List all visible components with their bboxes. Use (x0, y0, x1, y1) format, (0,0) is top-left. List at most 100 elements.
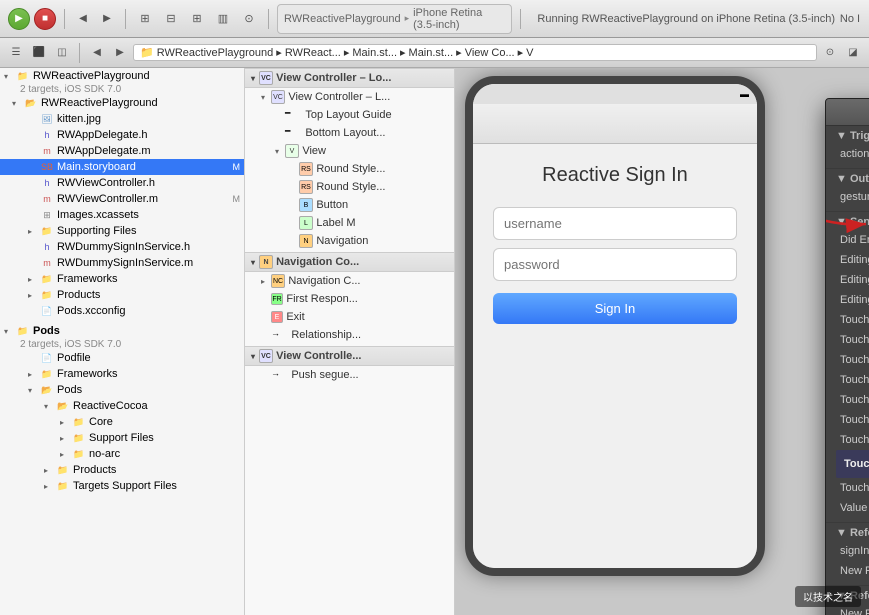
forward-button[interactable]: ▶ (97, 9, 117, 29)
username-input[interactable] (493, 207, 737, 240)
editing-did-end-row[interactable]: Editing Did End (836, 290, 869, 310)
new-referencing-outlet-row[interactable]: New Referencing Outlet (836, 561, 869, 581)
storyboard-icon-main: SB (40, 160, 54, 174)
toolbar-icon-3[interactable]: ⊞ (186, 8, 208, 30)
nav-item-assets[interactable]: ▸ ⊞ Images.xcassets (0, 207, 244, 223)
outline-item-navc[interactable]: ▸ NC Navigation C... (245, 272, 454, 290)
m-icon-dummy: m (40, 256, 54, 270)
nav-item-dummysignin-m[interactable]: ▸ m RWDummySignInService.m (0, 255, 244, 271)
outline-item-relationship[interactable]: ▸ → Relationship... (245, 326, 454, 344)
scheme-breadcrumb[interactable]: RWReactivePlayground ▸ iPhone Retina (3.… (277, 4, 512, 34)
pods-reactivecocoa[interactable]: ▾ 📂 ReactiveCocoa (0, 398, 244, 414)
nav-label-podfile: Podfile (57, 352, 91, 364)
folder-icon-pods-fw: 📁 (40, 367, 54, 381)
toolbar-icon-1[interactable]: ⊞ (134, 8, 156, 30)
assistant-toggle[interactable]: ◫ (52, 43, 72, 63)
outline-item-exit[interactable]: ▸ E Exit (245, 308, 454, 326)
outline-section-3[interactable]: ▾ VC View Controlle... (245, 346, 454, 366)
nav-item-frameworks[interactable]: ▸ 📁 Frameworks (0, 271, 244, 287)
outline-first-label: First Respon... (286, 293, 358, 305)
nav-item-appdelegate-m[interactable]: ▸ m RWAppDelegate.m (0, 143, 244, 159)
outline-item-firstresponder[interactable]: ▸ FR First Respon... (245, 290, 454, 308)
outline-item-label[interactable]: ▸ L Label M (245, 214, 454, 232)
pods-targets[interactable]: ▸ 📁 Targets Support Files (0, 478, 244, 494)
referencing-outlets-section: ▼ Referencing Outlets signInButton ✕ Vie… (826, 523, 869, 586)
nav-label-supporting: Supporting Files (57, 225, 137, 237)
libraries-toggle[interactable]: ◪ (843, 43, 863, 63)
touch-drag-enter-row[interactable]: Touch Drag Enter (836, 370, 869, 390)
pods-frameworks[interactable]: ▸ 📁 Frameworks (0, 366, 244, 382)
fwd-nav[interactable]: ▶ (110, 43, 130, 63)
toolbar-icon-5[interactable]: ⊙ (238, 8, 260, 30)
outline-section-1[interactable]: ▾ VC View Controller – Lo... (245, 68, 454, 88)
editing-begin-label: Editing Did Begin (836, 274, 869, 286)
nav-item-xcconfig[interactable]: ▸ 📄 Pods.xcconfig (0, 303, 244, 319)
touch-drag-exit-row[interactable]: Touch Drag Exit (836, 390, 869, 410)
touch-down-row[interactable]: Touch Down (836, 330, 869, 350)
inspector-toggle[interactable]: ⊙ (820, 43, 840, 63)
nav-item-kitten[interactable]: ▸ 🖼 kitten.jpg (0, 111, 244, 127)
back-nav[interactable]: ◀ (87, 43, 107, 63)
nav-item-supporting[interactable]: ▸ 📁 Supporting Files (0, 223, 244, 239)
triggered-segues-title: ▼ Triggered Segues (836, 130, 869, 142)
outline-item-vc-l[interactable]: ▾ VC View Controller – L... (245, 88, 454, 106)
outline-item-navigation[interactable]: ▸ N Navigation (245, 232, 454, 250)
pods-podfile[interactable]: ▸ 📄 Podfile (0, 350, 244, 366)
storyboard-badge: M (233, 162, 245, 172)
pods-products2[interactable]: ▸ 📁 Products (0, 462, 244, 478)
bc-3: Main.st... (352, 47, 397, 59)
nav-item-dummysignin-h[interactable]: ▸ h RWDummySignInService.h (0, 239, 244, 255)
pods-root[interactable]: ▾ 📁 Pods (0, 323, 244, 339)
outline-item-pushsegue[interactable]: ▸ → Push segue... (245, 366, 454, 384)
editing-changed-row[interactable]: Editing Changed (836, 250, 869, 270)
did-end-on-exit-row[interactable]: Did End On Exit (836, 230, 869, 250)
touch-drag-inside-row[interactable]: Touch Drag Inside (836, 410, 869, 430)
sep (79, 43, 80, 63)
signin-button-row[interactable]: signInButton ✕ View Controller – Login (836, 541, 869, 561)
outline-item-button[interactable]: ▸ B Button (245, 196, 454, 214)
debug-toggle[interactable]: ⬛ (29, 43, 49, 63)
pods-noarc[interactable]: ▸ 📁 no-arc (0, 446, 244, 462)
outline-section-2[interactable]: ▾ N Navigation Co... (245, 252, 454, 272)
outline-item-roundstyle2[interactable]: ▸ RS Round Style... (245, 178, 454, 196)
project-root[interactable]: ▾ 📁 RWReactivePlayground (0, 68, 244, 84)
roundstyle-icon-2: RS (299, 180, 313, 194)
nav-item-vc-h[interactable]: ▸ h RWViewController.h (0, 175, 244, 191)
nav-item-vc-m[interactable]: ▸ m RWViewController.m M (0, 191, 244, 207)
nav-item-rwreactive[interactable]: ▾ 📂 RWReactivePlayground (0, 95, 244, 111)
nav-item-appdelegate-h[interactable]: ▸ h RWAppDelegate.h (0, 127, 244, 143)
nav-item-products[interactable]: ▸ 📁 Products (0, 287, 244, 303)
pods-core[interactable]: ▸ 📁 Core (0, 414, 244, 430)
password-input[interactable] (493, 248, 737, 281)
editing-changed-label: Editing Changed (836, 254, 869, 266)
gesture-row[interactable]: gestureRecognizers (836, 187, 869, 207)
touch-up-inside-row[interactable]: Touch Up Inside ✕ View Controller – Logi… (836, 450, 869, 478)
pods-pods[interactable]: ▾ 📂 Pods (0, 382, 244, 398)
outline-rel-label: Relationship... (291, 329, 361, 341)
run-button[interactable]: ▶ (8, 8, 30, 30)
touch-drag-enter-label: Touch Drag Enter (836, 374, 869, 386)
back-button[interactable]: ◀ (73, 9, 93, 29)
toolbar-icon-4[interactable]: ▥ (212, 8, 234, 30)
action-row[interactable]: action (836, 144, 869, 164)
bc-arrow2: ▸ (344, 46, 350, 59)
outline-item-bottomlayout[interactable]: ▸ ━ Bottom Layout... (245, 124, 454, 142)
signin-button[interactable]: Sign In (493, 293, 737, 324)
touch-down-repeat-row[interactable]: Touch Down Repeat (836, 350, 869, 370)
pods-supportfiles[interactable]: ▸ 📁 Support Files (0, 430, 244, 446)
iphone-mockup-container: ▬ Reactive Sign In Sign In (465, 76, 765, 576)
value-changed-row[interactable]: Value Changed (836, 498, 869, 518)
toolbar-icon-2[interactable]: ⊟ (160, 8, 182, 30)
nav-item-mainstoryboard[interactable]: ▸ SB Main.storyboard M (0, 159, 244, 175)
editing-did-begin-row[interactable]: Editing Did Begin (836, 270, 869, 290)
touch-up-outside-row[interactable]: Touch Up Outside (836, 478, 869, 498)
touch-down-repeat-label: Touch Down Repeat (836, 354, 869, 366)
outline-item-toplayout[interactable]: ▸ ━ Top Layout Guide (245, 106, 454, 124)
touch-drag-outside-row[interactable]: Touch Drag Outside (836, 430, 869, 450)
touch-cancel-row[interactable]: Touch Cancel (836, 310, 869, 330)
stop-button[interactable]: ■ (34, 8, 56, 30)
file-breadcrumb[interactable]: 📁 RWReactivePlayground ▸ RWReact... ▸ Ma… (133, 44, 817, 61)
navigator-toggle[interactable]: ☰ (6, 43, 26, 63)
outline-item-roundstyle1[interactable]: ▸ RS Round Style... (245, 160, 454, 178)
outline-item-view[interactable]: ▾ V View (245, 142, 454, 160)
